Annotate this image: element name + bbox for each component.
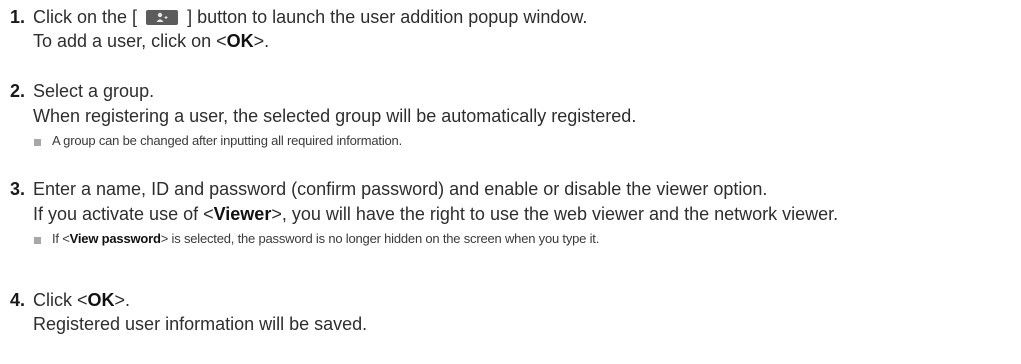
step-2-line-1: Select a group. (33, 81, 155, 101)
step-3-line-2-pre: If you activate use of < (33, 204, 214, 224)
step-1-line-2-post: >. (253, 31, 270, 51)
step-3-line-2-post: >, you will have the right to use the we… (271, 204, 839, 224)
step-3-note-post: > is selected, the password is no longer… (160, 231, 600, 246)
step-2-note: A group can be changed after inputting a… (52, 133, 402, 148)
ok-label: OK (87, 290, 115, 310)
step-3-line-1: Enter a name, ID and password (confirm p… (33, 179, 768, 199)
step-4-line-1: Click <OK>. (33, 290, 130, 311)
step-4-line-2: Registered user information will be save… (33, 314, 368, 334)
step-1-line-1: Click on the [ ] button to launch the us… (33, 7, 587, 28)
step-3-note: If <View password> is selected, the pass… (52, 231, 599, 246)
step-2-line-2: When registering a user, the selected gr… (33, 106, 637, 126)
note-bullet-icon (34, 237, 41, 244)
add-user-icon (146, 10, 179, 25)
step-1-text-pre: Click on the [ (33, 7, 138, 27)
note-bullet-icon (34, 139, 41, 146)
step-1-text-post: ] button to launch the user addition pop… (187, 7, 588, 27)
step-number: 1. (10, 7, 26, 27)
step-number: 4. (10, 290, 26, 310)
step-4-line-1-post: >. (114, 290, 131, 310)
step-3-line-2: If you activate use of <Viewer>, you wil… (33, 204, 838, 225)
step-4-line-1-pre: Click < (33, 290, 88, 310)
step-1-line-2: To add a user, click on <OK>. (33, 31, 269, 52)
step-number: 2. (10, 81, 26, 101)
view-password-label: View password (69, 231, 161, 246)
step-3-note-pre: If < (52, 231, 70, 246)
ok-label: OK (226, 31, 254, 51)
viewer-label: Viewer (213, 204, 272, 224)
step-number: 3. (10, 179, 26, 199)
step-1-line-2-pre: To add a user, click on < (33, 31, 227, 51)
